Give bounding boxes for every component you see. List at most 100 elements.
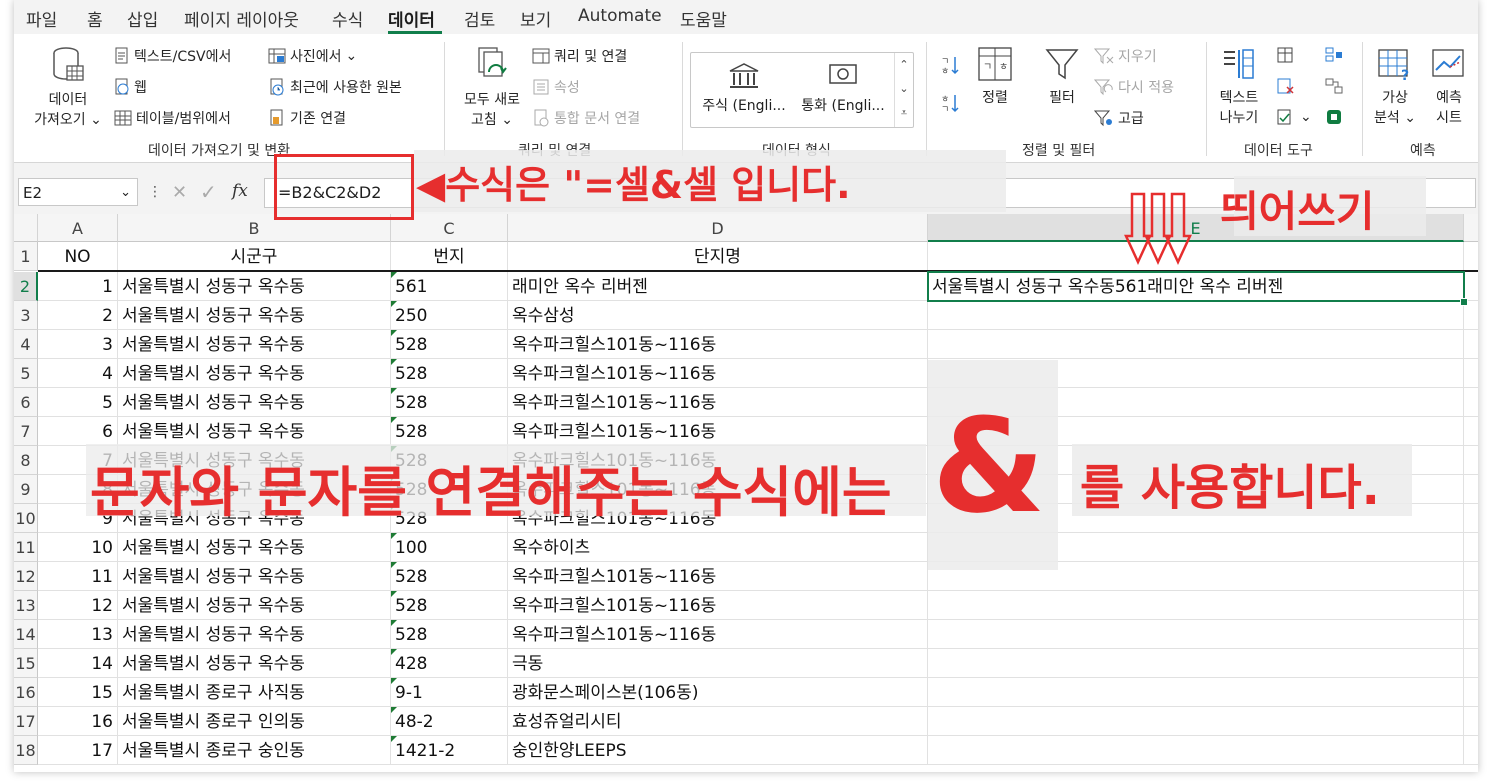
cell-concat[interactable]	[928, 736, 1464, 765]
cell-lot[interactable]: 250	[391, 301, 508, 330]
cell-lot[interactable]: 528	[391, 620, 508, 649]
cell-complex[interactable]: 숭인한양LEEPS	[508, 736, 928, 765]
filter-button[interactable]: 필터	[1040, 46, 1084, 108]
cell-complex[interactable]: 옥수파크힐스101동~116동	[508, 417, 928, 446]
row-header[interactable]: 11	[14, 533, 38, 562]
cell-lot[interactable]: 561	[391, 272, 508, 301]
from-table-range-button[interactable]: 테이블/범위에서	[114, 108, 231, 128]
cell-f[interactable]	[1464, 562, 1478, 591]
cell-complex[interactable]: 효성쥬얼리시티	[508, 707, 928, 736]
chevron-down-icon[interactable]: ⌄	[120, 179, 131, 207]
cell-lot[interactable]: 528	[391, 562, 508, 591]
gallery-down-icon[interactable]: ⌄	[895, 77, 913, 101]
more-options-icon[interactable]: ⋮	[148, 184, 162, 200]
cell-complex[interactable]: 래미안 옥수 리버젠	[508, 272, 928, 301]
row-header-1[interactable]: 1	[14, 242, 38, 271]
row-header[interactable]: 2	[14, 272, 38, 301]
cell-concat[interactable]	[928, 620, 1464, 649]
remove-duplicates-button[interactable]	[1276, 77, 1296, 95]
queries-connections-button[interactable]: 쿼리 및 연결	[532, 46, 627, 66]
stocks-button[interactable]: 주식 (Engli...	[699, 61, 789, 115]
cell-district[interactable]: 서울특별시 성동구 옥수동	[118, 330, 391, 359]
cell-district[interactable]: 서울특별시 성동구 옥수동	[118, 620, 391, 649]
reapply-button[interactable]: 다시 적용	[1094, 77, 1174, 97]
tab-formulas[interactable]: 수식	[332, 6, 363, 31]
column-header-d[interactable]: D	[508, 214, 928, 242]
cell-lot[interactable]: 528	[391, 330, 508, 359]
gallery-up-icon[interactable]: ⌃	[895, 53, 913, 77]
cell-district[interactable]: 서울특별시 성동구 옥수동	[118, 591, 391, 620]
sort-button[interactable]: ㄱㅎ 정렬	[972, 46, 1018, 108]
row-header[interactable]: 16	[14, 678, 38, 707]
tab-home[interactable]: 홈	[87, 6, 103, 31]
cell-lot[interactable]: 528	[391, 591, 508, 620]
column-header-f[interactable]	[1464, 214, 1478, 242]
cancel-icon[interactable]: ✕	[172, 182, 187, 203]
cell-district[interactable]: 서울특별시 성동구 옥수동	[118, 301, 391, 330]
row-header[interactable]: 13	[14, 591, 38, 620]
cell-district[interactable]: 서울특별시 성동구 옥수동	[118, 272, 391, 301]
row-header[interactable]: 3	[14, 301, 38, 330]
cell-no[interactable]: 4	[38, 359, 118, 388]
tab-file[interactable]: 파일	[26, 6, 57, 31]
cell-f[interactable]	[1464, 504, 1478, 533]
cell-district[interactable]: 서울특별시 성동구 옥수동	[118, 562, 391, 591]
header-cell-f[interactable]	[1464, 242, 1478, 271]
cell-no[interactable]: 6	[38, 417, 118, 446]
row-header[interactable]: 10	[14, 504, 38, 533]
existing-connections-button[interactable]: 기존 연결	[268, 108, 346, 128]
cell-district[interactable]: 서울특별시 성동구 옥수동	[118, 533, 391, 562]
tab-insert[interactable]: 삽입	[127, 6, 158, 31]
refresh-all-button[interactable]: 모두 새로 고침 ⌄	[452, 46, 532, 130]
tab-help[interactable]: 도움말	[680, 6, 727, 31]
tab-view[interactable]: 보기	[520, 6, 551, 31]
cell-lot[interactable]: 100	[391, 533, 508, 562]
cell-district[interactable]: 서울특별시 성동구 옥수동	[118, 359, 391, 388]
flash-fill-button[interactable]	[1276, 46, 1296, 64]
row-header[interactable]: 18	[14, 736, 38, 765]
cell-complex[interactable]: 옥수파크힐스101동~116동	[508, 620, 928, 649]
cell-f[interactable]	[1464, 678, 1478, 707]
cell-no[interactable]: 10	[38, 533, 118, 562]
cell-no[interactable]: 11	[38, 562, 118, 591]
clear-filter-button[interactable]: 지우기	[1094, 46, 1157, 66]
cell-lot[interactable]: 528	[391, 359, 508, 388]
enter-icon[interactable]: ✓	[200, 180, 217, 204]
cell-lot[interactable]: 528	[391, 417, 508, 446]
cell-district[interactable]: 서울특별시 종로구 사직동	[118, 678, 391, 707]
cell-no[interactable]: 1	[38, 272, 118, 301]
cell-lot[interactable]: 9-1	[391, 678, 508, 707]
cell-complex[interactable]: 옥수파크힐스101동~116동	[508, 359, 928, 388]
cell-f[interactable]	[1464, 446, 1478, 475]
data-model-button[interactable]	[1324, 108, 1344, 126]
edit-links-button[interactable]: 통합 문서 연결	[532, 108, 640, 128]
from-text-csv-button[interactable]: 텍스트/CSV에서	[114, 46, 231, 66]
gallery-scroll[interactable]: ⌃ ⌄ ⩡	[894, 53, 913, 127]
cell-concat[interactable]	[928, 330, 1464, 359]
cell-no[interactable]: 16	[38, 707, 118, 736]
properties-button[interactable]: 속성	[532, 77, 580, 97]
from-web-button[interactable]: 웹	[114, 77, 147, 97]
cell-district[interactable]: 서울특별시 성동구 옥수동	[118, 388, 391, 417]
cell-no[interactable]: 12	[38, 591, 118, 620]
cell-concat[interactable]: 서울특별시 성동구 옥수동561래미안 옥수 리버젠	[928, 272, 1464, 301]
tab-review[interactable]: 검토	[464, 6, 495, 31]
text-to-columns-button[interactable]: 텍스트 나누기	[1210, 46, 1268, 128]
cell-complex[interactable]: 옥수파크힐스101동~116동	[508, 388, 928, 417]
cell-concat[interactable]	[928, 707, 1464, 736]
cell-district[interactable]: 서울특별시 종로구 숭인동	[118, 736, 391, 765]
row-header[interactable]: 5	[14, 359, 38, 388]
cell-complex[interactable]: 옥수파크힐스101동~116동	[508, 330, 928, 359]
cell-concat[interactable]	[928, 649, 1464, 678]
header-cell-complex[interactable]: 단지명	[508, 242, 928, 271]
cell-f[interactable]	[1464, 736, 1478, 765]
cell-complex[interactable]: 극동	[508, 649, 928, 678]
cell-f[interactable]	[1464, 359, 1478, 388]
row-header[interactable]: 14	[14, 620, 38, 649]
cell-f[interactable]	[1464, 417, 1478, 446]
cell-no[interactable]: 14	[38, 649, 118, 678]
row-header[interactable]: 4	[14, 330, 38, 359]
cell-f[interactable]	[1464, 591, 1478, 620]
cell-concat[interactable]	[928, 678, 1464, 707]
tab-data[interactable]: 데이터	[388, 6, 435, 31]
